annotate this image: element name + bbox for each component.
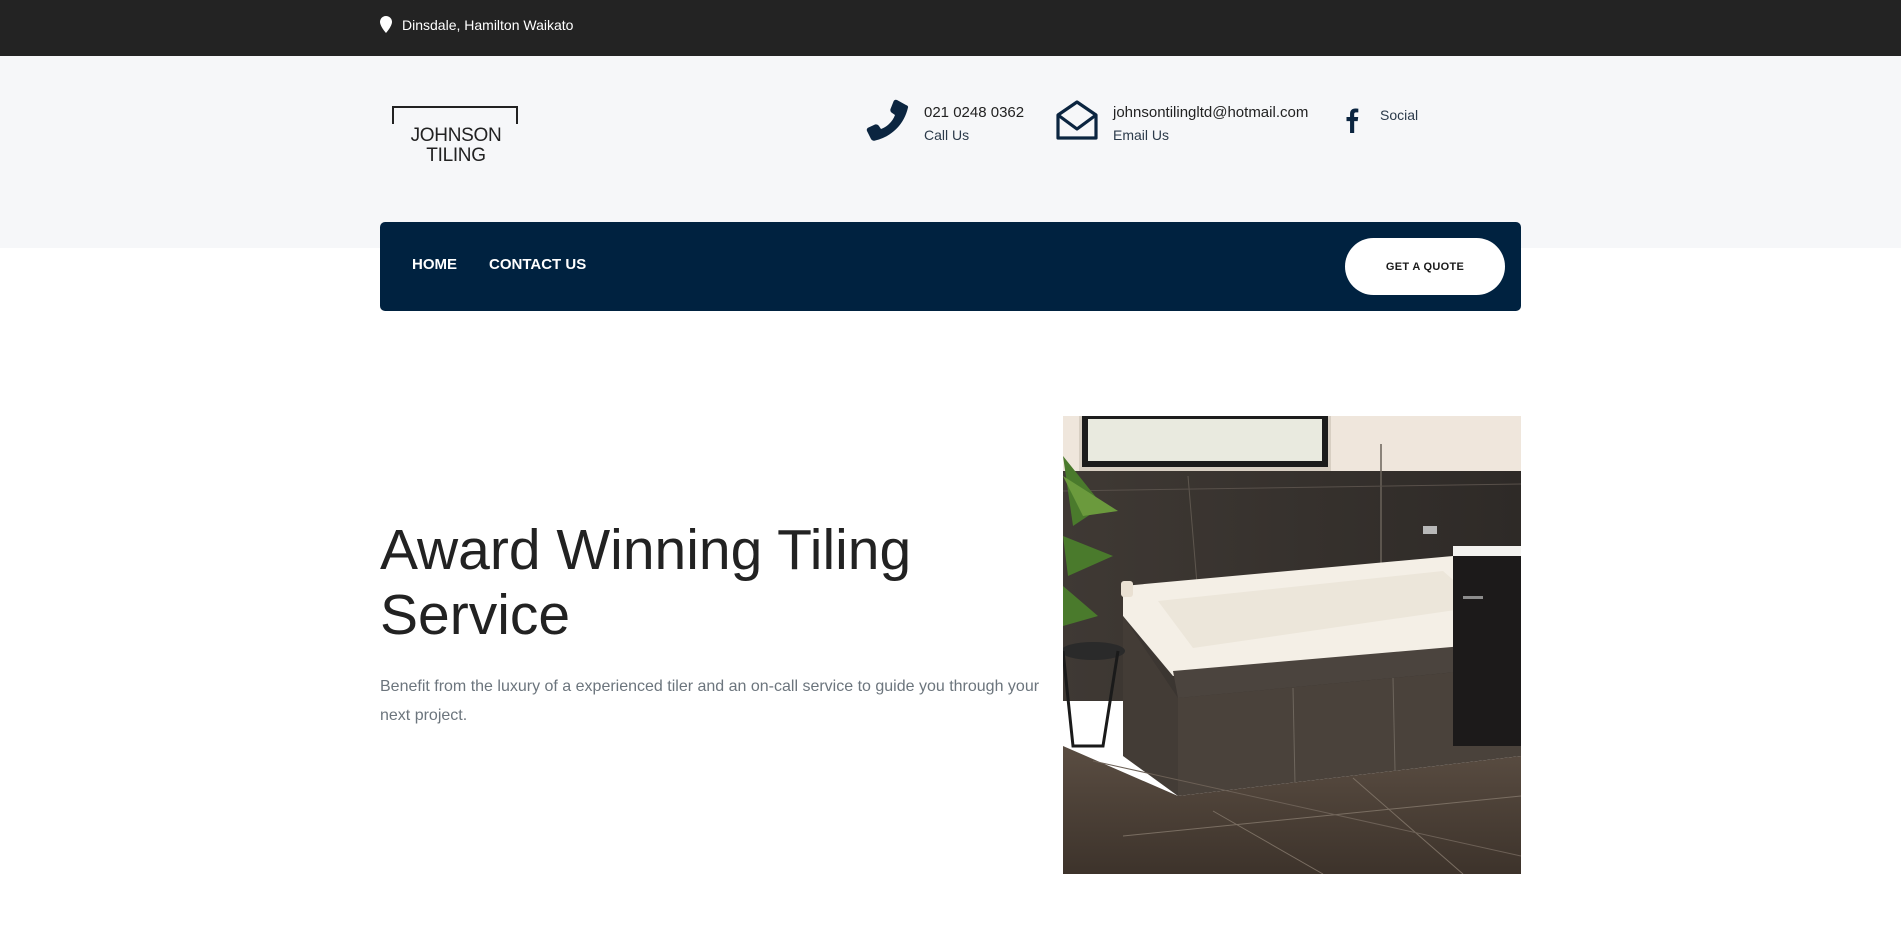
logo-text: JOHNSON TILING: [380, 124, 532, 168]
logo[interactable]: JOHNSON TILING: [380, 106, 532, 168]
nav-links: HOME CONTACT US: [412, 256, 586, 273]
phone-contact[interactable]: 021 0248 0362 Call Us: [866, 98, 1024, 144]
envelope-icon: [1056, 100, 1098, 140]
email-address[interactable]: johnsontilingltd@hotmail.com: [1113, 104, 1308, 122]
location-text: Dinsdale, Hamilton Waikato: [402, 16, 574, 33]
phone-icon: [866, 99, 909, 141]
top-bar: Dinsdale, Hamilton Waikato: [0, 0, 1901, 56]
get-a-quote-button[interactable]: GET A QUOTE: [1345, 238, 1505, 295]
bathroom-illustration: [1063, 416, 1521, 874]
bathroom-photo: [1063, 416, 1521, 874]
hero-text: Benefit from the luxury of a experienced…: [380, 678, 1040, 724]
phone-label: Call Us: [924, 127, 970, 143]
hero-title: Award Winning Tiling Service: [380, 518, 912, 647]
main-nav: HOME CONTACT US GET A QUOTE: [380, 222, 1521, 311]
nav-item-contact-us[interactable]: CONTACT US: [489, 256, 586, 273]
phone-number[interactable]: 021 0248 0362: [924, 104, 1024, 122]
map-pin-icon: [380, 16, 392, 33]
social-contact[interactable]: Social: [1340, 98, 1418, 142]
facebook-icon: [1346, 108, 1359, 133]
location: Dinsdale, Hamilton Waikato: [380, 16, 573, 33]
email-label: Email Us: [1113, 127, 1170, 143]
email-contact[interactable]: johnsontilingltd@hotmail.com Email Us: [1055, 98, 1308, 144]
social-label: Social: [1380, 107, 1419, 123]
header: JOHNSON TILING 021 0248 0362 Call Us joh…: [0, 56, 1901, 248]
nav-item-home[interactable]: HOME: [412, 256, 457, 273]
